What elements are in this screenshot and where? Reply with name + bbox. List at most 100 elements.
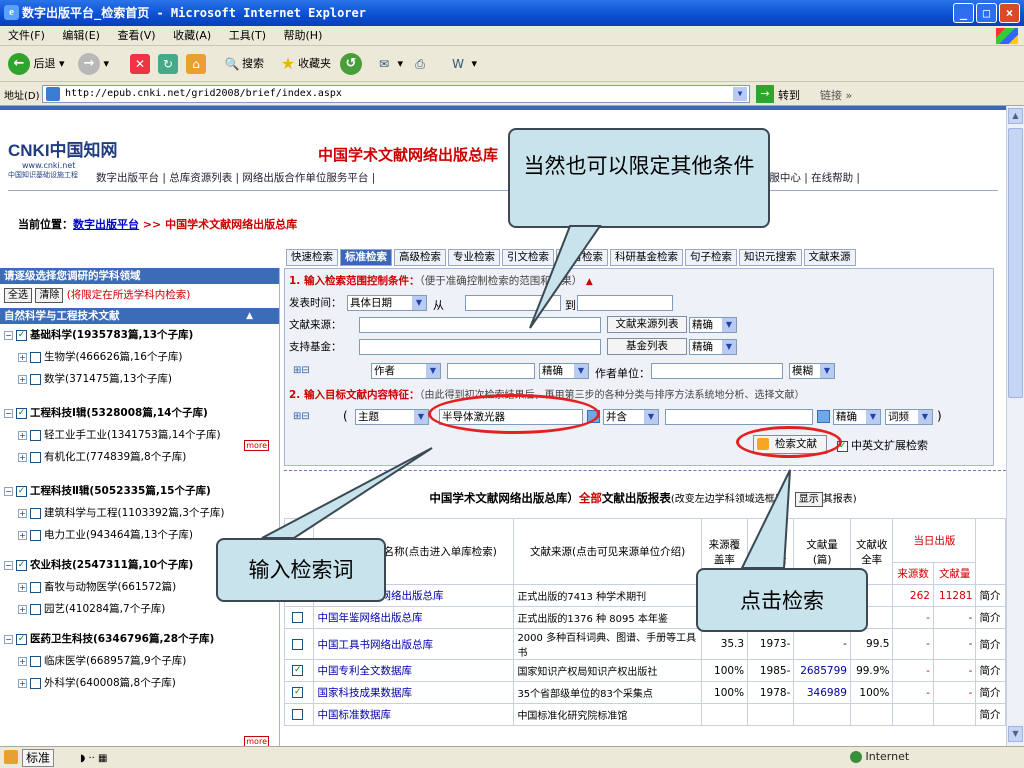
keyword2-input[interactable] (665, 409, 813, 425)
add-remove-row-icon[interactable]: ⊞⊟ (293, 365, 310, 376)
cell-count[interactable]: 2685799 (793, 659, 851, 682)
expand-icon[interactable]: + (18, 530, 27, 540)
cell-count[interactable]: 346989 (793, 681, 851, 704)
date-from-input[interactable] (465, 295, 561, 311)
minimize-button[interactable]: _ (953, 3, 974, 23)
expand-icon[interactable]: + (18, 452, 27, 462)
subject-item[interactable]: + 有机化工(774839篇,8个子库) (18, 448, 186, 466)
forward-button[interactable]: → ▾ (78, 52, 109, 76)
clear-button[interactable]: 清除 (35, 288, 64, 303)
db-checkbox[interactable] (292, 709, 304, 720)
cell-intro[interactable]: 简介 (975, 628, 1006, 660)
subject-item[interactable]: + 轻工业手工业(1341753篇,14个子库) (18, 426, 221, 444)
cell-source[interactable]: 国家知识产权局知识产权出版社 (513, 659, 702, 682)
menu-edit[interactable]: 编辑(E) (62, 29, 100, 42)
scroll-up-icon[interactable]: ▲ (1008, 108, 1023, 124)
close-button[interactable]: × (999, 3, 1020, 23)
stop-button[interactable]: ✕ (130, 52, 150, 76)
cell-db-name[interactable]: 中国工具书网络出版总库 (313, 628, 515, 660)
cell-intro[interactable]: 简介 (975, 584, 1006, 607)
tab-professional-search[interactable]: 专业检索 (448, 249, 500, 266)
freq-select[interactable]: 词频 ▼ (885, 409, 933, 425)
collapse-icon[interactable]: − (4, 634, 13, 644)
collapse-icon[interactable]: − (4, 560, 13, 570)
cell-source[interactable]: 正式出版的7413 种学术期刊 (513, 584, 702, 607)
subject-checkbox[interactable]: ✓ (16, 633, 27, 645)
menu-file[interactable]: 文件(F) (8, 29, 45, 42)
scroll-down-icon[interactable]: ▼ (1008, 726, 1023, 742)
address-input[interactable]: http://epub.cnki.net/grid2008/brief/inde… (42, 85, 750, 103)
cell-source[interactable]: 中国标准化研究院标准馆 (513, 703, 702, 726)
author-input[interactable] (447, 363, 535, 379)
subject-checkbox[interactable] (30, 677, 41, 689)
subject-item[interactable]: + 外科学(640008篇,8个子库) (18, 674, 176, 692)
favorites-button[interactable]: ★ 收藏夹 (278, 52, 331, 76)
ime-mode[interactable]: 标准 (22, 749, 55, 767)
bool-select[interactable]: 并含 ▼ (603, 409, 659, 425)
expand-icon[interactable]: + (18, 582, 27, 592)
subject-checkbox[interactable] (30, 451, 41, 463)
tab-source-search[interactable]: 文献来源 (803, 249, 856, 266)
source-match-select[interactable]: 精确 ▼ (689, 317, 737, 333)
source-list-button[interactable]: 文献来源列表 (607, 316, 687, 333)
back-button[interactable]: ← 后退 ▾ (8, 52, 65, 76)
print-button[interactable]: ⎙ (410, 52, 430, 76)
select-all-button[interactable]: 全选 (4, 288, 32, 303)
history-button[interactable]: ↺ (340, 52, 362, 76)
scroll-thumb[interactable] (1008, 128, 1023, 398)
subject-checkbox[interactable] (30, 603, 41, 615)
subject-item[interactable]: + 数学(371475篇,13个子库) (18, 370, 172, 388)
collapse-icon[interactable]: − (4, 486, 13, 496)
field-select[interactable]: 主题 ▼ (355, 409, 429, 425)
tab-citation-search[interactable]: 引文检索 (502, 249, 554, 266)
tab-scholar-search[interactable]: 学者检索 (556, 249, 608, 266)
collapse-icon[interactable]: − (4, 330, 13, 340)
pubtime-select[interactable]: 具体日期 ▼ (347, 295, 427, 311)
subject-checkbox[interactable] (30, 507, 41, 519)
subject-checkbox[interactable] (30, 655, 41, 667)
menu-tools[interactable]: 工具(T) (229, 29, 266, 42)
cell-source[interactable]: 正式出版的1376 种 8095 本年鉴 (513, 606, 702, 629)
db-checkbox[interactable]: ✓ (292, 687, 304, 698)
collapse-icon[interactable]: − (4, 408, 13, 418)
go-arrow-icon[interactable]: → (756, 85, 774, 103)
tab-standard-search[interactable]: 标准检索 (340, 249, 392, 266)
cell-intro[interactable]: 简介 (975, 606, 1006, 629)
expand-icon[interactable]: + (18, 508, 27, 518)
date-to-input[interactable] (577, 295, 673, 311)
subject-item[interactable]: + 生物学(466626篇,16个子库) (18, 348, 182, 366)
menu-favorites[interactable]: 收藏(A) (173, 29, 211, 42)
expand-icon[interactable]: + (18, 604, 27, 614)
subject-checkbox[interactable] (30, 581, 41, 593)
vertical-scrollbar[interactable]: ▲ ▼ (1006, 106, 1024, 746)
source-input[interactable] (359, 317, 601, 333)
match-select[interactable]: 精确 ▼ (833, 409, 881, 425)
subject-item[interactable]: + 临床医学(668957篇,9个子库) (18, 652, 186, 670)
word-help-icon-2[interactable] (817, 410, 830, 423)
menu-view[interactable]: 查看(V) (117, 29, 155, 42)
tab-knowledge-search[interactable]: 知识元搜索 (739, 249, 802, 266)
cell-db-name[interactable]: 中国年鉴网络出版总库 (313, 606, 515, 629)
show-report-button[interactable]: 显示 (794, 492, 823, 507)
subject-item[interactable]: + 园艺(410284篇,7个子库) (18, 600, 165, 618)
fund-input[interactable] (359, 339, 601, 355)
subject-item[interactable]: − ✓ 工程科技Ⅰ辑(5328008篇,14个子库) (4, 404, 208, 422)
links-button[interactable]: 链接 » (820, 87, 852, 103)
tab-sentence-search[interactable]: 句子检索 (685, 249, 737, 266)
expand-icon[interactable]: + (18, 374, 27, 384)
more-link-1[interactable]: more (244, 440, 269, 451)
search-button[interactable]: 🔍 搜索 (222, 52, 264, 76)
edit-button[interactable]: W ▾ (448, 52, 477, 76)
ime-tools-icon[interactable]: ◗ ·· ▦ (80, 749, 107, 768)
mail-button[interactable]: ✉ ▾ (374, 52, 403, 76)
extended-search[interactable]: ✓ 中英文扩展检索 (837, 437, 928, 453)
fund-match-select[interactable]: 精确 ▼ (689, 339, 737, 355)
expand-icon[interactable]: + (18, 656, 27, 666)
db-checkbox[interactable] (292, 638, 304, 650)
subject-item[interactable]: + 建筑科学与工程(1103392篇,3个子库) (18, 504, 224, 522)
db-checkbox[interactable]: ✓ (292, 665, 304, 676)
author-field-select[interactable]: 作者 ▼ (371, 363, 441, 379)
expand-icon[interactable]: + (18, 430, 27, 440)
address-dropdown-icon[interactable]: ▼ (733, 87, 747, 101)
subject-checkbox[interactable] (30, 351, 41, 363)
